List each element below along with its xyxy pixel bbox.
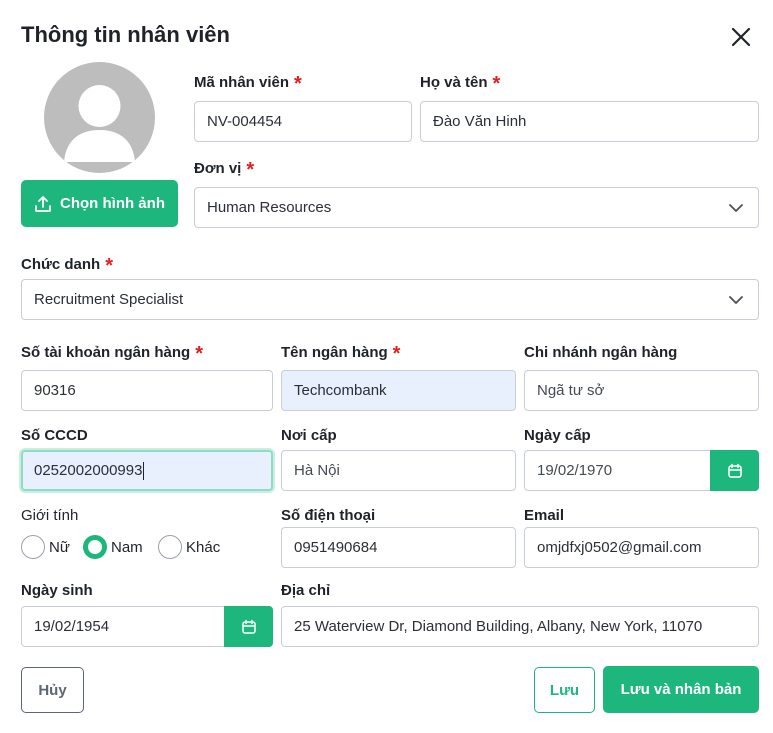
radio-unchecked (158, 535, 182, 559)
issue-date-input[interactable]: 19/02/1970 (524, 450, 711, 491)
address-label: Địa chỉ (281, 582, 331, 599)
upload-icon (35, 195, 51, 212)
gender-option-male[interactable]: Nam (83, 535, 143, 559)
email-input[interactable]: omjdfxj0502@gmail.com (524, 527, 759, 568)
save-button[interactable]: Lưu (534, 667, 595, 713)
bank-branch-label: Chi nhánh ngân hàng (524, 344, 678, 361)
issue-place-label: Nơi cấp (281, 427, 337, 444)
gender-label: Giới tính (21, 507, 79, 524)
issue-date-picker-button[interactable] (710, 450, 759, 491)
address-input[interactable]: 25 Waterview Dr, Diamond Building, Alban… (281, 606, 759, 647)
full-name-label: Họ và tên * (420, 73, 501, 95)
close-icon[interactable] (728, 24, 754, 50)
choose-image-button[interactable]: Chọn hình ảnh (21, 180, 178, 227)
bank-account-label: Số tài khoản ngân hàng * (21, 343, 203, 365)
id-number-label: Số CCCD (21, 427, 88, 444)
email-label: Email (524, 507, 565, 524)
dialog-title: Thông tin nhân viên (21, 22, 230, 47)
department-label: Đơn vị * (194, 159, 255, 181)
issue-place-input[interactable]: Hà Nội (281, 450, 516, 491)
birth-date-label: Ngày sinh (21, 582, 93, 599)
full-name-input[interactable]: Đào Văn Hinh (420, 101, 759, 142)
save-and-duplicate-button[interactable]: Lưu và nhân bản (603, 666, 759, 713)
issue-date-label: Ngày cấp (524, 427, 591, 444)
cancel-button[interactable]: Hủy (21, 667, 84, 713)
chevron-down-icon (729, 296, 743, 304)
employee-code-label: Mã nhân viên * (194, 73, 302, 95)
position-select[interactable]: Recruitment Specialist (21, 279, 759, 320)
phone-input[interactable]: 0951490684 (281, 527, 516, 568)
birth-date-input[interactable]: 19/02/1954 (21, 606, 225, 647)
gender-option-label: Khác (186, 538, 221, 556)
gender-option-other[interactable]: Khác (158, 535, 220, 559)
phone-label: Số điện thoại (281, 507, 376, 524)
bank-account-input[interactable]: 90316 (21, 370, 273, 411)
text-caret (143, 461, 145, 480)
employee-code-input[interactable]: NV-004454 (194, 101, 412, 142)
gender-option-label: Nam (111, 538, 143, 556)
id-number-input[interactable]: 0252002000993 (21, 450, 273, 491)
chevron-down-icon (729, 204, 743, 212)
bank-name-label: Tên ngân hàng * (281, 343, 401, 365)
position-label: Chức danh * (21, 255, 113, 277)
bank-name-input[interactable]: Techcombank (281, 370, 516, 411)
avatar (44, 62, 155, 173)
choose-image-label: Chọn hình ảnh (60, 195, 165, 212)
radio-checked (83, 535, 107, 559)
gender-option-label: Nữ (49, 538, 70, 556)
radio-unchecked (21, 535, 45, 559)
department-select[interactable]: Human Resources (194, 187, 759, 228)
gender-option-female[interactable]: Nữ (21, 535, 70, 559)
calendar-icon (241, 619, 256, 634)
calendar-icon (727, 463, 742, 478)
birth-date-picker-button[interactable] (224, 606, 273, 647)
bank-branch-input[interactable]: Ngã tư sở (524, 370, 759, 411)
